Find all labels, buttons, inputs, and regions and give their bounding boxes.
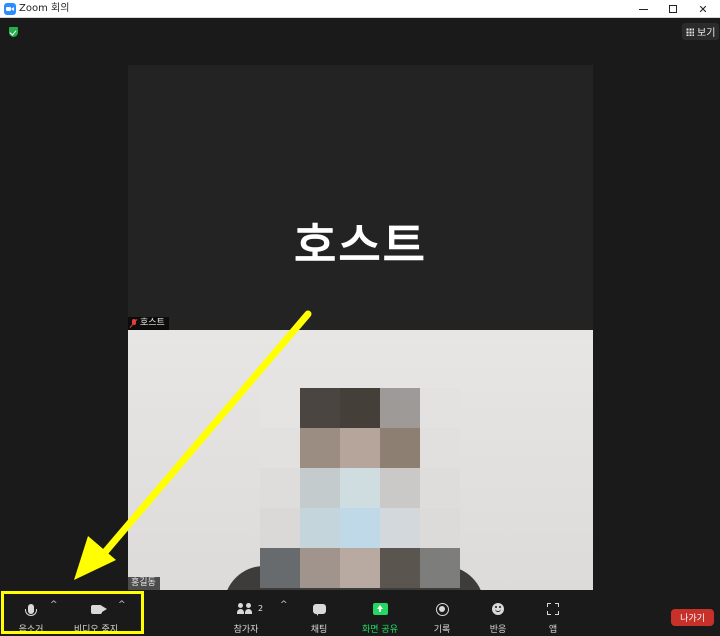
mosaic-cell	[260, 468, 300, 508]
close-icon: ✕	[698, 2, 708, 16]
mosaic-cell	[340, 548, 380, 588]
mosaic-cell	[420, 388, 460, 428]
mosaic-cell	[260, 548, 300, 588]
mosaic-cell	[380, 468, 420, 508]
view-button[interactable]: 보기	[682, 23, 720, 40]
mosaic-cell	[260, 388, 300, 428]
host-name-label: 호스트	[128, 317, 169, 330]
mosaic-cell	[420, 468, 460, 508]
mosaic-cell	[260, 428, 300, 468]
mosaic-cell	[340, 508, 380, 548]
meeting-stage: 보기 호스트 호스트 홍길동	[0, 18, 720, 590]
mosaic-cell	[380, 428, 420, 468]
chat-bubble-icon	[312, 604, 326, 616]
share-screen-button[interactable]: 화면 공유	[358, 590, 402, 636]
participants-options-caret[interactable]: ^	[280, 600, 288, 610]
zoom-app-icon	[4, 3, 16, 15]
mosaic-cell	[420, 548, 460, 588]
stop-video-label: 비디오 중지	[73, 625, 119, 635]
video-options-caret[interactable]: ^	[118, 600, 126, 610]
view-button-label: 보기	[697, 28, 716, 39]
mute-button[interactable]: 음소거	[12, 590, 50, 636]
mosaic-cell	[420, 428, 460, 468]
mosaic-cell	[300, 388, 340, 428]
mosaic-cell	[380, 548, 420, 588]
video-camera-icon	[90, 604, 102, 614]
apps-button[interactable]: 앱	[538, 590, 568, 636]
participants-button[interactable]: 참가자	[228, 590, 264, 636]
reactions-label: 반응	[489, 625, 507, 635]
record-label: 기록	[433, 625, 451, 635]
mosaic-cell	[420, 508, 460, 548]
window-title: Zoom 회의	[19, 3, 70, 14]
chat-button[interactable]: 채팅	[302, 590, 336, 636]
record-button[interactable]: 기록	[426, 590, 458, 636]
participant-name-label: 홍길동	[128, 577, 160, 590]
participant-label-text: 홍길동	[131, 578, 156, 588]
window-titlebar: Zoom 회의 ✕	[0, 0, 720, 18]
reactions-button[interactable]: 반응	[482, 590, 514, 636]
leave-button[interactable]: 나가기	[671, 609, 714, 626]
smiley-icon	[492, 603, 504, 615]
minimize-icon	[638, 8, 648, 10]
chat-label: 채팅	[310, 625, 328, 635]
audio-options-caret[interactable]: ^	[50, 600, 58, 610]
mosaic-cell	[300, 548, 340, 588]
stop-video-button[interactable]: 비디오 중지	[70, 590, 122, 636]
share-screen-label: 화면 공유	[362, 625, 398, 635]
meeting-toolbar: 음소거 ^ 비디오 중지 ^ 참가자 2 ^ 채팅 화면 공유 기록 반응 앱	[0, 590, 720, 636]
grid-icon	[686, 27, 694, 36]
mosaic-cell	[380, 508, 420, 548]
participants-label: 참가자	[233, 625, 259, 635]
mosaic-cell	[300, 428, 340, 468]
maximize-icon	[669, 5, 677, 13]
maximize-button[interactable]	[658, 0, 688, 18]
mosaic-cell	[300, 508, 340, 548]
apps-label: 앱	[548, 625, 558, 635]
mute-label: 음소거	[18, 625, 44, 635]
microphone-icon	[25, 604, 37, 616]
participants-count: 2	[258, 604, 264, 613]
host-video-tile[interactable]: 호스트 호스트	[128, 65, 593, 330]
muted-mic-icon	[131, 319, 137, 328]
mosaic-cell	[340, 388, 380, 428]
participant-video-tile[interactable]: 홍길동	[128, 330, 593, 590]
apps-icon	[547, 603, 559, 615]
share-screen-icon	[372, 603, 388, 615]
mosaic-cell	[380, 388, 420, 428]
host-label-text: 호스트	[140, 318, 165, 328]
close-button[interactable]: ✕	[688, 0, 718, 18]
host-display-name: 호스트	[294, 218, 427, 272]
mosaic-cell	[300, 468, 340, 508]
record-icon	[435, 602, 449, 616]
mosaic-cell	[260, 508, 300, 548]
face-mosaic	[260, 388, 460, 588]
minimize-button[interactable]	[628, 0, 658, 18]
shield-check-icon[interactable]	[9, 27, 18, 37]
mosaic-cell	[340, 468, 380, 508]
participants-icon	[237, 603, 255, 615]
mosaic-cell	[340, 428, 380, 468]
